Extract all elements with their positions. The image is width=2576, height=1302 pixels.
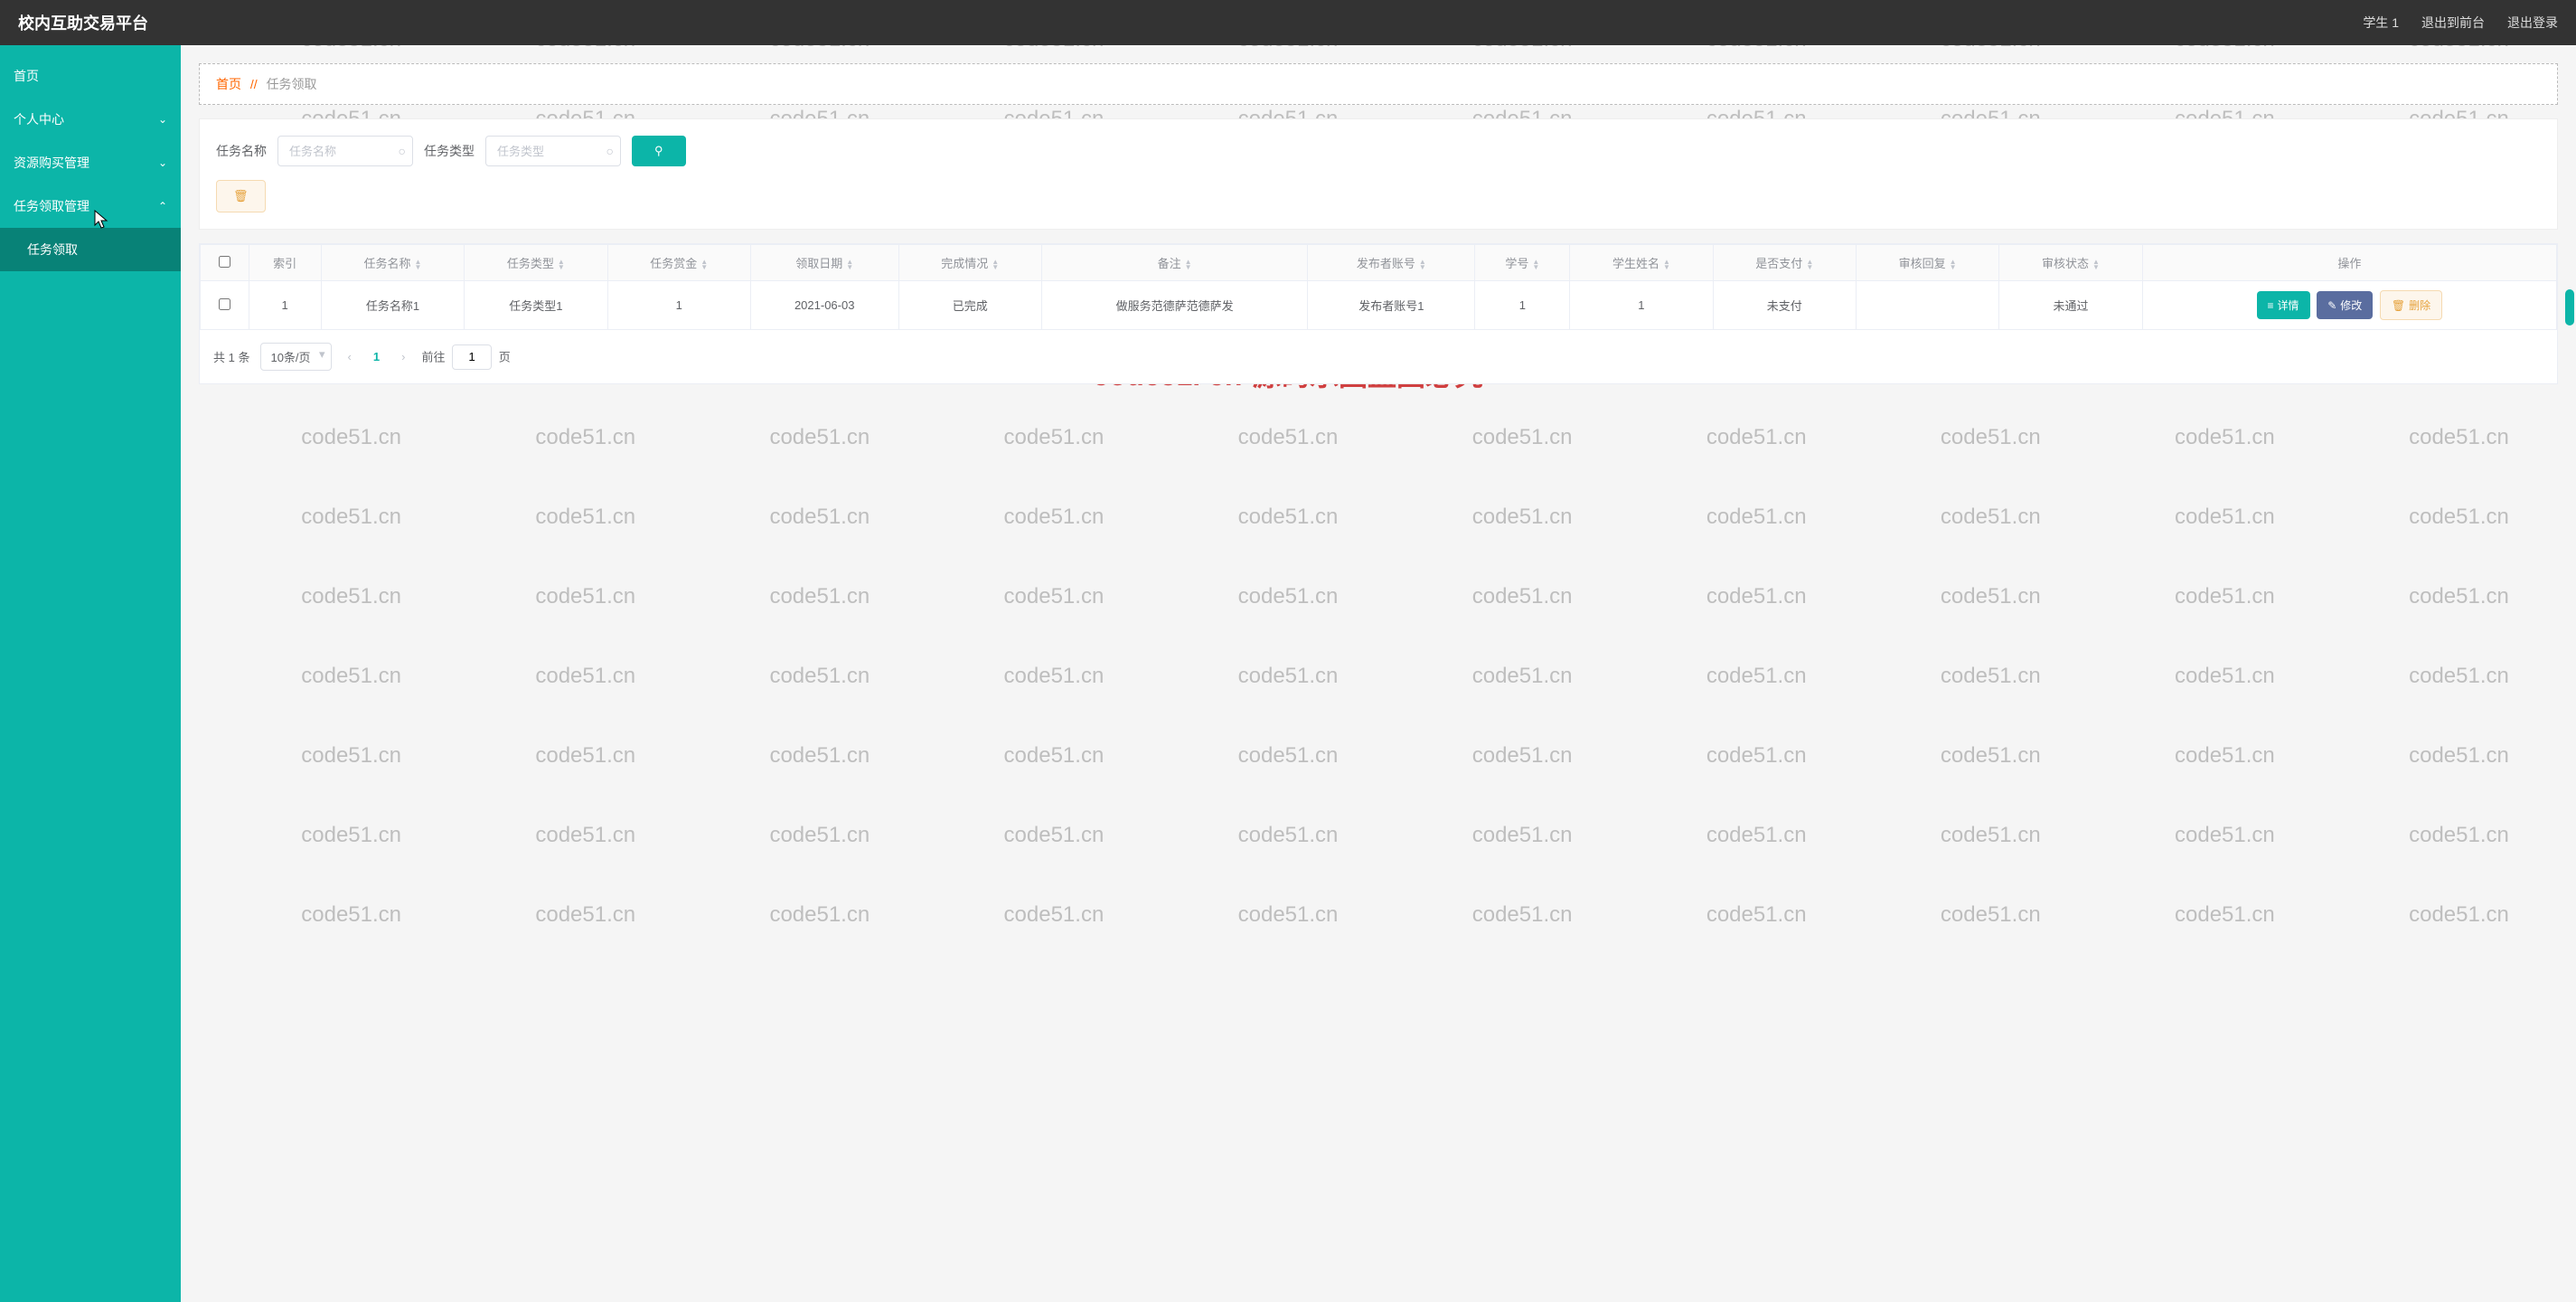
sort-icon[interactable]: ▲▼ (1663, 259, 1670, 270)
breadcrumb-home[interactable]: 首页 (216, 77, 241, 91)
header-checkbox (201, 245, 249, 281)
cell-name: 任务名称1 (321, 281, 464, 330)
clear-icon[interactable]: ○ (399, 144, 406, 158)
page-prev[interactable]: ‹ (343, 350, 357, 363)
sidebar-item-profile[interactable]: 个人中心 ⌄ (0, 98, 181, 141)
cell-publisher: 发布者账号1 (1308, 281, 1475, 330)
sidebar-item-home[interactable]: 首页 (0, 54, 181, 98)
cell-date: 2021-06-03 (750, 281, 898, 330)
filter-name-label: 任务名称 (216, 142, 267, 160)
delete-button[interactable]: 🗑 删除 (2380, 290, 2442, 320)
task-name-input[interactable] (277, 136, 413, 166)
cell-reward: 1 (607, 281, 750, 330)
page-goto: 前往 页 (421, 344, 510, 370)
header-user[interactable]: 学生 1 (2363, 14, 2399, 32)
cell-paid: 未支付 (1713, 281, 1856, 330)
sort-icon[interactable]: ▲▼ (1419, 259, 1426, 270)
filter-card: 任务名称 ○ 任务类型 ○ ⚲ 🗑 (199, 118, 2558, 230)
sidebar-item-label: 任务领取 (27, 241, 78, 259)
header-back-front[interactable]: 退出到前台 (2421, 14, 2485, 32)
sidebar-item-label: 任务领取管理 (14, 197, 89, 215)
sort-icon[interactable]: ▲▼ (1806, 259, 1813, 270)
col-completion[interactable]: 完成情况▲▼ (898, 245, 1041, 281)
col-type[interactable]: 任务类型▲▼ (465, 245, 607, 281)
header-logout[interactable]: 退出登录 (2507, 14, 2558, 32)
col-index[interactable]: 索引 (249, 245, 321, 281)
col-reward[interactable]: 任务赏金▲▼ (607, 245, 750, 281)
cell-review-status: 未通过 (1999, 281, 2142, 330)
page-next[interactable]: › (396, 350, 410, 363)
page-goto-input[interactable] (452, 344, 492, 370)
sidebar-item-label: 首页 (14, 67, 39, 85)
edit-icon: ✎ (2327, 299, 2336, 312)
cell-remark: 做服务范德萨范德萨发 (1041, 281, 1307, 330)
sidebar: 首页 个人中心 ⌄ 资源购买管理 ⌄ 任务领取管理 ⌃ 任务领取 (0, 45, 181, 1302)
sort-icon[interactable]: ▲▼ (415, 259, 422, 270)
col-student-name[interactable]: 学生姓名▲▼ (1570, 245, 1713, 281)
sidebar-item-task-receive[interactable]: 任务领取 (0, 228, 181, 271)
page-number-1[interactable]: 1 (368, 350, 385, 363)
main-content: 首页 // 任务领取 任务名称 ○ 任务类型 ○ ⚲ (181, 45, 2576, 1302)
select-all-checkbox[interactable] (219, 256, 230, 268)
top-header: 校内互助交易平台 学生 1 退出到前台 退出登录 (0, 0, 2576, 45)
cell-completion: 已完成 (898, 281, 1041, 330)
col-review-reply[interactable]: 审核回复▲▼ (1856, 245, 1998, 281)
cell-ops: ≡ 详情 ✎ 修改 🗑 删除 (2142, 281, 2556, 330)
pagination: 共 1 条 10条/页 ‹ 1 › 前往 页 (200, 330, 2557, 383)
sidebar-item-label: 个人中心 (14, 110, 64, 128)
sort-icon[interactable]: ▲▼ (1950, 259, 1957, 270)
cell-review-reply (1856, 281, 1998, 330)
cell-type: 任务类型1 (465, 281, 607, 330)
breadcrumb: 首页 // 任务领取 (199, 63, 2558, 105)
col-date[interactable]: 领取日期▲▼ (750, 245, 898, 281)
detail-button[interactable]: ≡ 详情 (2257, 291, 2310, 319)
sidebar-item-task-manage[interactable]: 任务领取管理 ⌃ (0, 184, 181, 228)
sort-icon[interactable]: ▲▼ (2092, 259, 2100, 270)
col-ops: 操作 (2142, 245, 2556, 281)
sort-icon[interactable]: ▲▼ (846, 259, 853, 270)
table-header-row: 索引 任务名称▲▼ 任务类型▲▼ 任务赏金▲▼ 领取日期▲▼ 完成情况▲▼ 备注… (201, 245, 2557, 281)
search-icon: ⚲ (654, 144, 663, 158)
cell-index: 1 (249, 281, 321, 330)
trash-icon: 🗑 (2392, 299, 2405, 312)
chevron-down-icon: ⌄ (158, 113, 167, 126)
task-type-select[interactable] (485, 136, 621, 166)
search-button[interactable]: ⚲ (632, 136, 686, 166)
filter-type-label: 任务类型 (424, 142, 475, 160)
col-remark[interactable]: 备注▲▼ (1041, 245, 1307, 281)
sidebar-item-resource-buy[interactable]: 资源购买管理 ⌄ (0, 141, 181, 184)
table-row: 1 任务名称1 任务类型1 1 2021-06-03 已完成 做服务范德萨范德萨… (201, 281, 2557, 330)
cell-student-no: 1 (1475, 281, 1570, 330)
cell-student-name: 1 (1570, 281, 1713, 330)
col-review-status[interactable]: 审核状态▲▼ (1999, 245, 2142, 281)
batch-delete-button[interactable]: 🗑 (216, 180, 266, 212)
sort-icon[interactable]: ▲▼ (700, 259, 708, 270)
row-checkbox[interactable] (219, 298, 230, 310)
sort-icon[interactable]: ▲▼ (558, 259, 565, 270)
data-table: 索引 任务名称▲▼ 任务类型▲▼ 任务赏金▲▼ 领取日期▲▼ 完成情况▲▼ 备注… (199, 243, 2558, 384)
edit-button[interactable]: ✎ 修改 (2317, 291, 2373, 319)
chevron-down-icon: ⌄ (158, 156, 167, 169)
col-paid[interactable]: 是否支付▲▼ (1713, 245, 1856, 281)
clear-icon[interactable]: ○ (606, 144, 614, 158)
sort-icon[interactable]: ▲▼ (1532, 259, 1539, 270)
list-icon: ≡ (2268, 299, 2274, 312)
scroll-indicator[interactable] (2565, 289, 2574, 326)
page-size-select[interactable]: 10条/页 (260, 343, 331, 371)
col-publisher[interactable]: 发布者账号▲▼ (1308, 245, 1475, 281)
sort-icon[interactable]: ▲▼ (1185, 259, 1192, 270)
app-title: 校内互助交易平台 (18, 11, 2363, 34)
breadcrumb-sep: // (250, 77, 258, 91)
pagination-total: 共 1 条 (213, 348, 249, 365)
sort-icon[interactable]: ▲▼ (992, 259, 999, 270)
trash-icon: 🗑 (233, 189, 249, 203)
breadcrumb-current: 任务领取 (267, 77, 317, 91)
sidebar-item-label: 资源购买管理 (14, 154, 89, 172)
col-student-no[interactable]: 学号▲▼ (1475, 245, 1570, 281)
chevron-up-icon: ⌃ (158, 200, 167, 212)
col-name[interactable]: 任务名称▲▼ (321, 245, 464, 281)
